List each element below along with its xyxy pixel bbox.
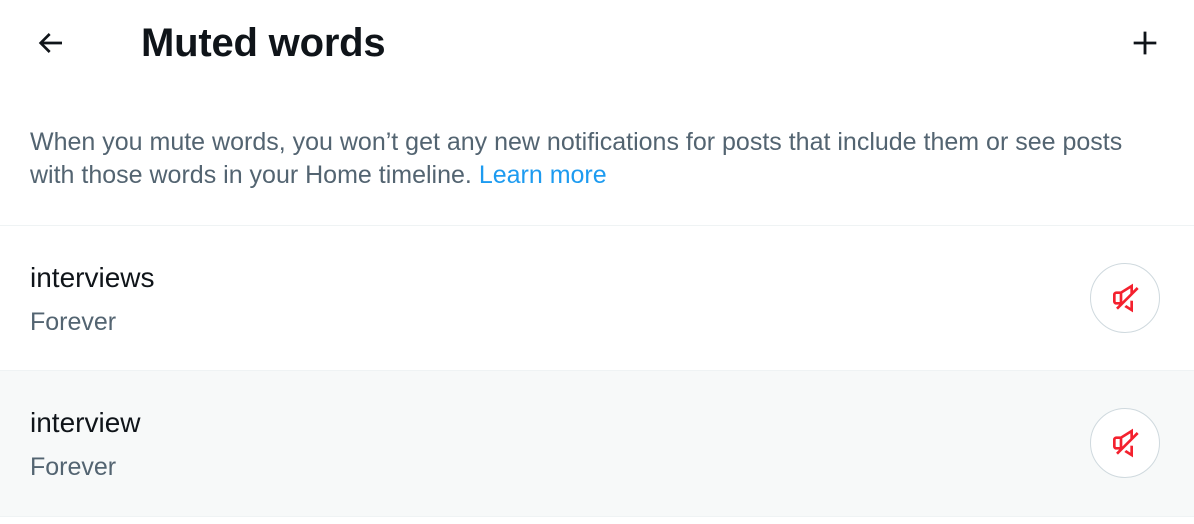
unmute-button[interactable]	[1090, 263, 1160, 333]
muted-words-description: When you mute words, you won’t get any n…	[30, 126, 1160, 192]
muted-word-row[interactable]: interviews Forever	[0, 226, 1194, 371]
muted-word-row[interactable]: interview Forever	[0, 371, 1194, 516]
muted-words-page: Muted words When you mute words, you won…	[0, 0, 1194, 524]
unmute-speaker-icon	[1113, 283, 1139, 313]
muted-word-duration: Forever	[30, 308, 117, 336]
add-muted-word-button[interactable]	[1121, 19, 1169, 67]
page-title: Muted words	[141, 21, 386, 65]
plus-icon	[1133, 31, 1157, 55]
page-header: Muted words	[0, 0, 1194, 88]
muted-word-text: interview	[30, 407, 141, 438]
muted-word-duration: Forever	[30, 453, 117, 481]
unmute-speaker-icon	[1113, 428, 1139, 458]
muted-word-text: interviews	[30, 262, 155, 293]
learn-more-link[interactable]: Learn more	[479, 161, 607, 189]
back-button[interactable]	[26, 19, 74, 67]
arrow-left-icon	[38, 33, 62, 53]
unmute-button[interactable]	[1090, 408, 1160, 478]
divider	[0, 516, 1194, 517]
